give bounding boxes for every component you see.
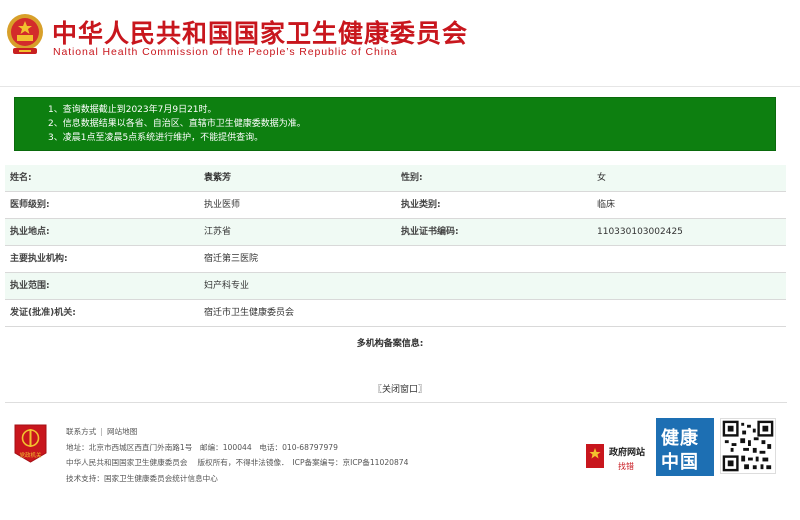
footer-address: 地址：北京市西城区西直门外南路1号 邮编：100044 电话：010-68797… [66, 442, 338, 452]
doctor-info-table: 姓名: 袁紫芳 性别: 女 医师级别: 执业医师 执业类别: 临床 执业地点: … [5, 165, 786, 327]
location-value: 江苏省 [204, 227, 232, 237]
level-value: 执业医师 [204, 200, 241, 210]
issuer-value: 宿迁市卫生健康委员会 [204, 308, 295, 318]
level-label: 医师级别: [10, 200, 50, 210]
national-emblem-icon [7, 14, 43, 54]
gender-value: 女 [597, 173, 607, 183]
table-row: 执业地点: 江苏省 执业证书编码: 110330103002425 [5, 219, 786, 246]
cert-value: 110330103002425 [597, 227, 683, 237]
gender-label: 性别: [401, 173, 423, 183]
footer-copyright: 中华人民共和国国家卫生健康委员会 版权所有，不得非法镜像． ICP备案编号：京I… [66, 458, 409, 467]
gov-site-emblem-icon [586, 444, 604, 468]
institution-label: 主要执业机构: [10, 254, 68, 264]
health-china-logo[interactable]: 健康 中国 [656, 418, 714, 476]
footer-separator: | [100, 427, 103, 436]
health-logo-line-1: 健康 [661, 428, 699, 449]
notice-line-3: 3、凌晨1点至凌晨5点系统进行维护，不能提供查询。 [48, 133, 264, 143]
multi-institution-heading: 多机构备案信息: [0, 336, 800, 349]
scope-label: 执业范围: [10, 281, 50, 291]
site-title-en: National Health Commission of the People… [53, 46, 398, 58]
close-window-button[interactable]: 〖关闭窗口〗 [360, 382, 440, 395]
badge-text: 党政机关 [19, 451, 42, 459]
name-label: 姓名: [10, 173, 32, 183]
footer-support: 技术支持：国家卫生健康委员会统计信息中心 [66, 473, 218, 483]
gov-site-sub: 找错 [618, 462, 634, 471]
contact-link[interactable]: 联系方式 [66, 427, 96, 436]
footer-divider [5, 402, 787, 403]
notice-line-1: 1、查询数据截止到2023年7月9日21时。 [48, 105, 217, 115]
health-logo-line-2: 中国 [661, 452, 699, 473]
table-row: 姓名: 袁紫芳 性别: 女 [5, 165, 786, 192]
site-title-cn: 中华人民共和国国家卫生健康委员会 [52, 19, 469, 48]
header-divider [0, 86, 800, 87]
gov-site-error-button[interactable]: 政府网站 找错 [583, 440, 651, 474]
cert-label: 执业证书编码: [401, 227, 459, 237]
category-label: 执业类别: [401, 200, 441, 210]
table-row: 执业范围: 妇产科专业 [5, 273, 786, 300]
table-row: 主要执业机构: 宿迁第三医院 [5, 246, 786, 273]
footer-info: 联系方式 | 网站地图 地址：北京市西城区西直门外南路1号 邮编：100044 电话… [66, 424, 408, 486]
query-notice: 1、查询数据截止到2023年7月9日21时。 2、信息数据结果以各省、自治区、直… [14, 97, 776, 151]
table-row: 发证(批准)机关: 宿迁市卫生健康委员会 [5, 300, 786, 327]
institution-value: 宿迁第三医院 [204, 254, 259, 264]
sitemap-link[interactable]: 网站地图 [107, 427, 137, 436]
table-row: 医师级别: 执业医师 执业类别: 临床 [5, 192, 786, 219]
location-label: 执业地点: [10, 227, 50, 237]
qr-code-icon [720, 418, 776, 474]
party-government-badge-icon[interactable]: 党政机关 [13, 423, 48, 464]
scope-value: 妇产科专业 [204, 281, 250, 291]
name-value: 袁紫芳 [204, 173, 232, 183]
issuer-label: 发证(批准)机关: [10, 308, 76, 318]
category-value: 临床 [597, 200, 616, 210]
multi-institution-label: 多机构备案信息: [356, 339, 424, 349]
notice-line-2: 2、信息数据结果以各省、自治区、直辖市卫生健康委数据为准。 [48, 119, 306, 129]
site-header: 中华人民共和国国家卫生健康委员会 National Health Commiss… [0, 12, 467, 58]
gov-site-title: 政府网站 [609, 448, 646, 458]
